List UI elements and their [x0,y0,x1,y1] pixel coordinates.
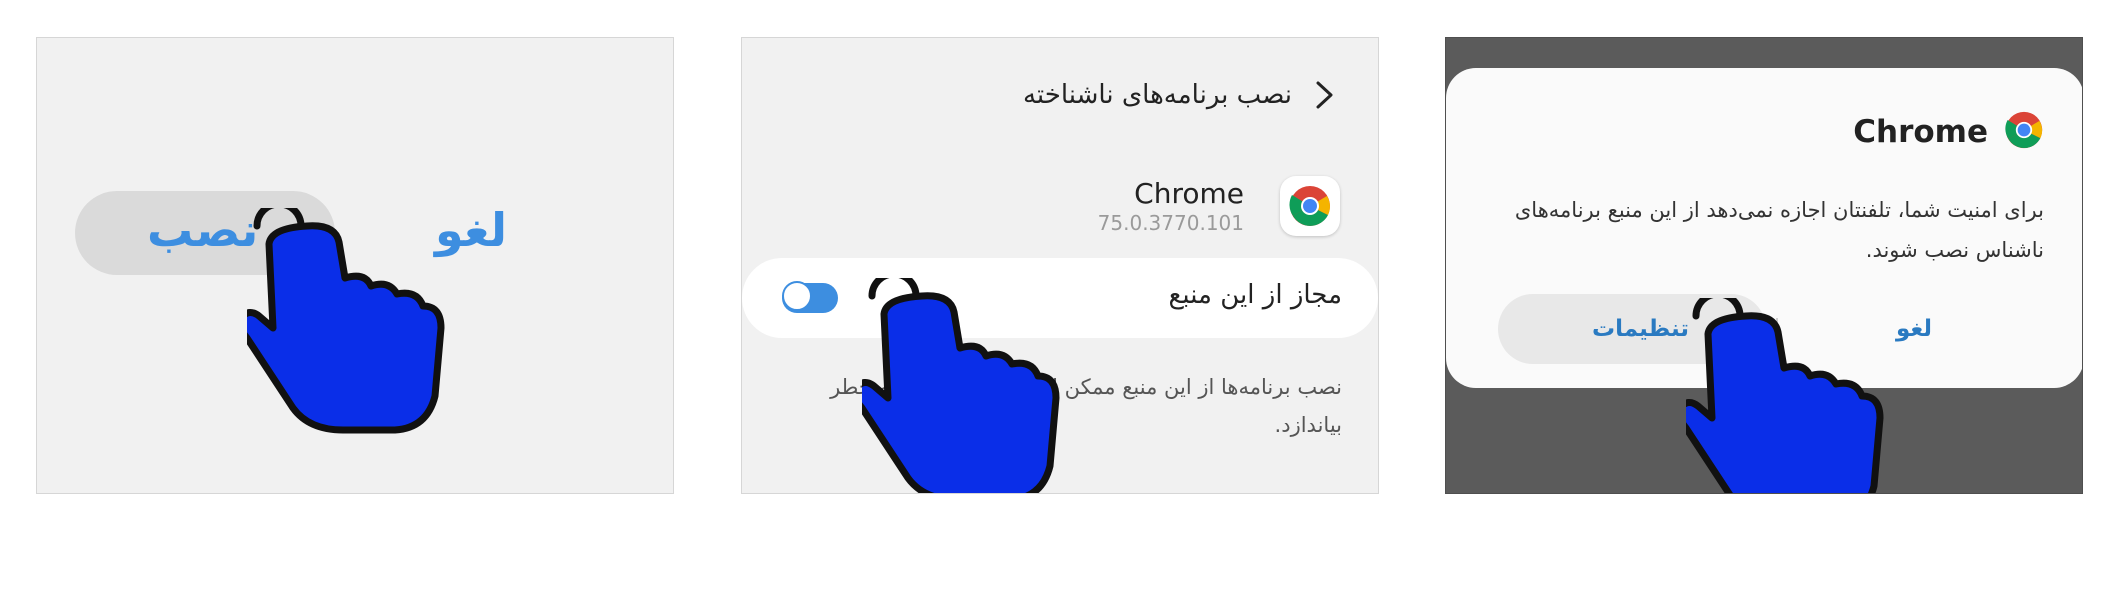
back-chevron-icon[interactable] [1310,80,1340,110]
install-confirm-panel: نصب لغو [36,37,674,494]
toggle-knob [782,281,812,311]
tap-hand-icon [1686,298,1884,493]
app-info-row: Chrome 75.0.3770.101 [1098,176,1340,236]
allow-source-label: مجاز از این منبع [1168,280,1342,310]
dialog-message: برای امنیت شما، تلفنتان اجازه نمی‌دهد از… [1514,198,2044,262]
app-version: 75.0.3770.101 [1097,210,1244,235]
chrome-icon [1280,176,1340,236]
app-name: Chrome [1134,177,1244,211]
chrome-icon [2004,110,2044,154]
blocked-install-dialog-panel: Chrome برای امنیت شما، تلفنتان اجازه نمی… [1445,37,2083,494]
settings-header: نصب برنامه‌های ناشناخته [1023,68,1340,122]
settings-button[interactable]: تنظیمات [1592,316,1689,342]
dialog-app-name: Chrome [1853,114,1988,150]
dialog-header: Chrome [1853,110,2044,154]
unknown-sources-panel: نصب برنامه‌های ناشناخته Chrome 75.0.3770… [741,37,1379,494]
tap-hand-icon [862,278,1060,493]
tap-hand-icon [247,208,445,434]
install-button[interactable]: نصب [147,207,258,253]
cancel-button[interactable]: لغو [1896,316,1932,342]
page-title: نصب برنامه‌های ناشناخته [1022,80,1292,110]
allow-source-toggle[interactable] [782,281,838,313]
